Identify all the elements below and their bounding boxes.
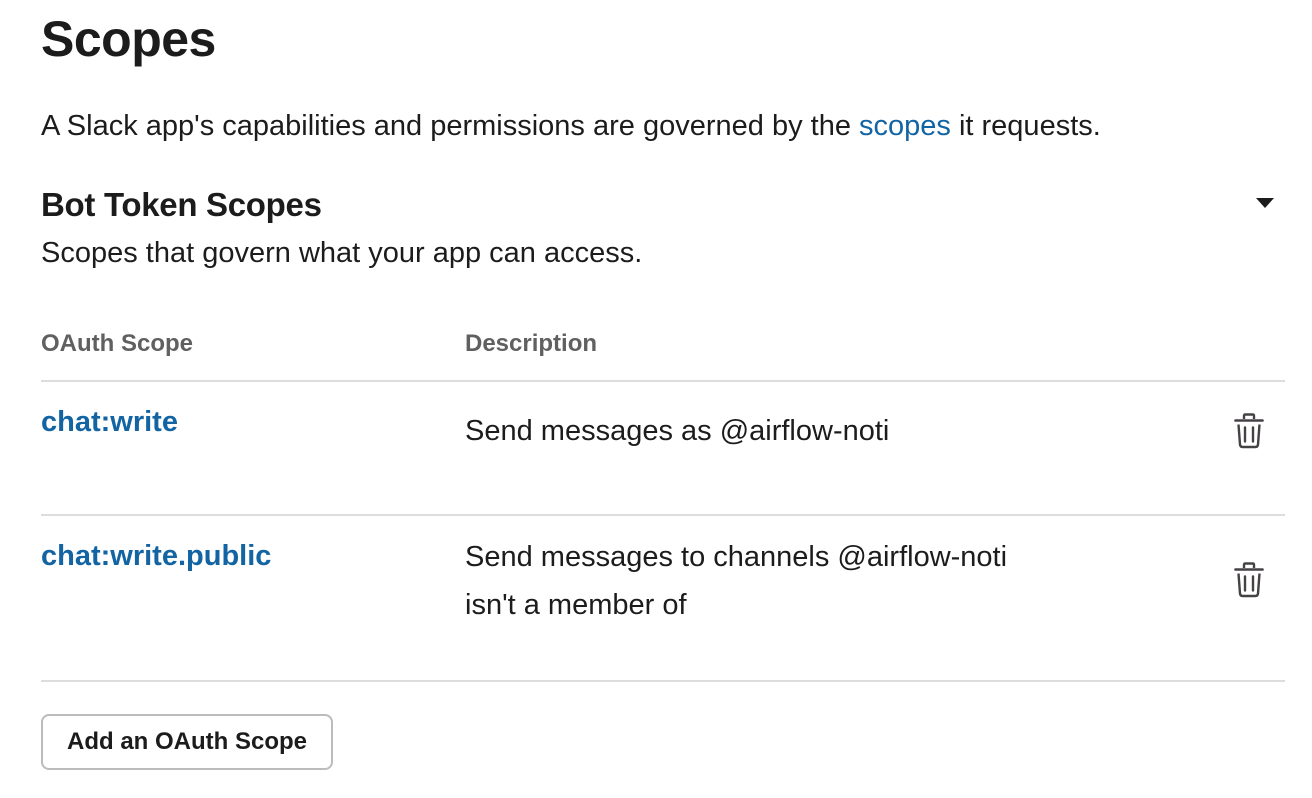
scopes-link[interactable]: scopes [859,110,951,142]
column-header-description: Description [465,330,598,357]
bot-token-scopes-subtitle: Scopes that govern what your app can acc… [41,237,643,269]
scope-description-text: Send messages as @airflow-noti [465,415,890,447]
table-bottom-divider [41,680,1285,682]
caret-down-icon [1256,198,1274,208]
scope-description-line-1: Send messages to channels @airflow-noti [465,541,1008,573]
section-collapse-toggle[interactable] [1245,186,1285,220]
scope-description: Send messages to channels @airflow-noti … [465,533,1085,629]
column-header-oauth-scope: OAuth Scope [41,330,194,357]
scope-description-line-2: isn't a member of [465,589,687,621]
scopes-intro: A Slack app's capabilities and permissio… [41,106,1101,146]
scope-description: Send messages as @airflow-noti [465,407,1085,455]
page-title: Scopes [41,11,216,67]
table-divider [41,380,1285,382]
scope-name-chat-write[interactable]: chat:write [41,402,178,442]
intro-text-after: it requests. [950,110,1101,142]
intro-text-before: A Slack app's capabilities and permissio… [41,110,860,142]
row-divider [41,514,1285,516]
add-oauth-scope-button[interactable]: Add an OAuth Scope [41,714,333,770]
remove-scope-button[interactable] [1229,559,1269,601]
scope-name-chat-write-public[interactable]: chat:write.public [41,536,271,576]
bot-token-scopes-title: Bot Token Scopes [41,186,322,223]
trash-icon [1234,413,1264,449]
trash-icon [1234,562,1264,598]
remove-scope-button[interactable] [1229,410,1269,452]
